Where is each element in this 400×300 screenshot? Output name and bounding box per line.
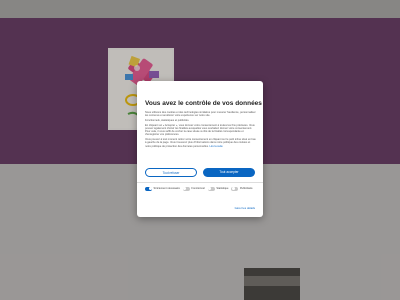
toggle-functional[interactable]: Fonctionnel (182, 186, 205, 191)
toggle-statistics[interactable]: Statistique (207, 186, 229, 191)
read-more-link[interactable]: Lire la suite (209, 145, 222, 148)
purpose-toggles: Strictement nécessaire Fonctionnel Stati… (145, 187, 256, 191)
toggle-switch[interactable] (231, 186, 239, 191)
consent-paragraph-text: Vous pouvez à tout moment retirer votre … (145, 138, 256, 148)
toggle-switch[interactable] (145, 186, 152, 191)
consent-paragraph: Fonctionnels, statistiques et publicités… (145, 119, 190, 122)
toggle-label: Publicitaire (239, 186, 253, 190)
consent-actions: Tout refuser Tout accepter (145, 168, 256, 177)
consent-description: Nous utilisons des cookies et des techno… (145, 111, 256, 165)
consent-title: Vous avez le contrôle de vos données (145, 100, 262, 107)
toggle-switch[interactable] (207, 186, 215, 191)
accept-all-button[interactable]: Tout accepter (203, 168, 255, 177)
toggle-advertising[interactable]: Publicitaire (231, 186, 253, 191)
consent-paragraph: En cliquant sur « Accepter », vous donne… (145, 123, 255, 137)
manage-details-link[interactable]: Gérer les détails (235, 206, 255, 210)
toggle-label: Strictement nécessaire (153, 186, 180, 190)
consent-paragraph: Nous utilisons des cookies et des techno… (145, 111, 256, 118)
refuse-all-button[interactable]: Tout refuser (145, 168, 197, 177)
toggle-necessary[interactable]: Strictement nécessaire (145, 187, 180, 191)
divider (137, 182, 263, 183)
toggle-switch[interactable] (182, 186, 190, 191)
toggle-knob (148, 187, 152, 191)
cookie-consent-dialog: Vous avez le contrôle de vos données Nou… (137, 81, 263, 217)
consent-paragraph: Vous pouvez à tout moment retirer votre … (145, 138, 256, 148)
toggle-knob (183, 187, 187, 191)
toggle-label: Fonctionnel (191, 186, 205, 190)
toggle-knob (231, 187, 235, 191)
toggle-label: Statistique (216, 186, 229, 190)
toggle-knob (208, 187, 211, 191)
